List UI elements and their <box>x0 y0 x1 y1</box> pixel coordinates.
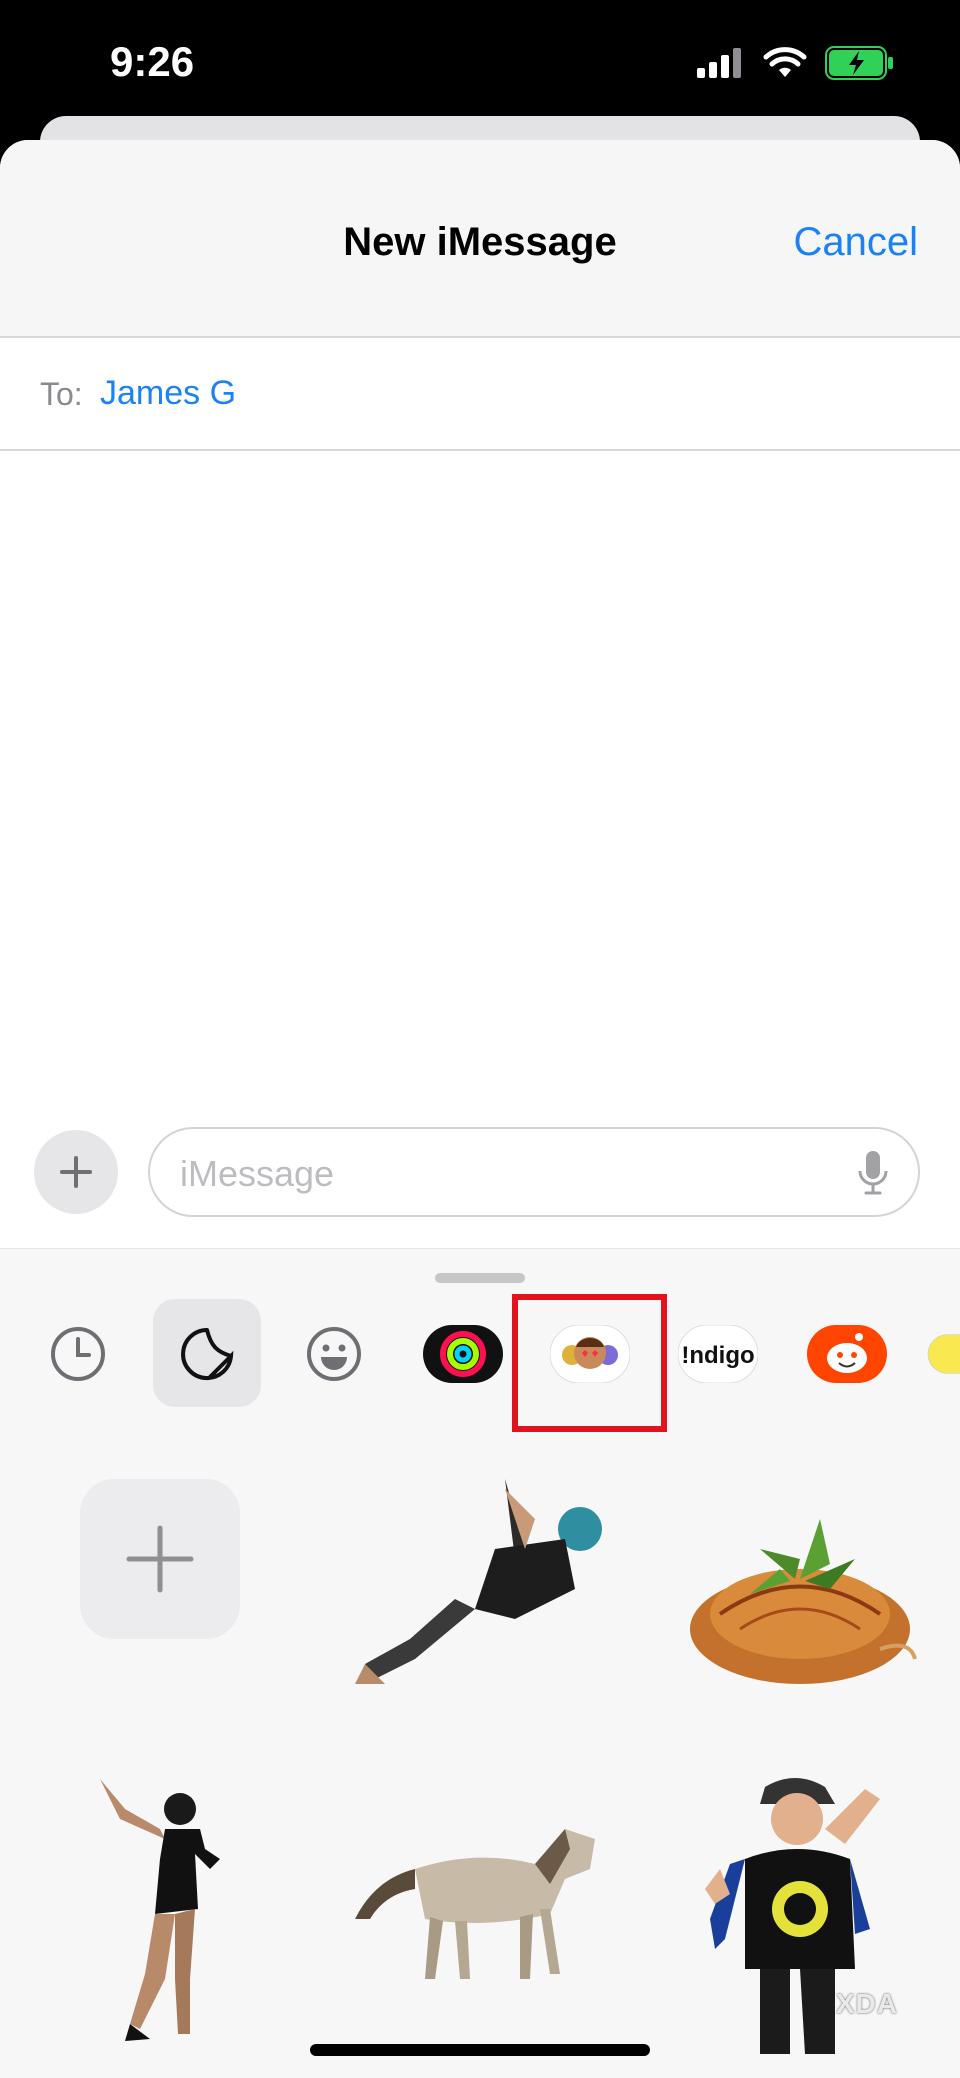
status-bar: 9:26 <box>0 0 960 120</box>
microphone-icon[interactable] <box>856 1149 890 1197</box>
app-drawer: !ndigo <box>0 1248 960 2078</box>
sticker-icon <box>180 1328 234 1381</box>
status-icons <box>697 46 895 80</box>
message-placeholder: iMessage <box>180 1153 335 1194</box>
cancel-button[interactable]: Cancel <box>793 220 918 265</box>
message-input[interactable]: iMessage <box>148 1127 920 1217</box>
plus-icon <box>60 1156 92 1188</box>
drawer-grabber[interactable] <box>435 1273 525 1283</box>
smiley-icon <box>307 1327 361 1381</box>
app-activity[interactable] <box>408 1299 518 1409</box>
recipient-field[interactable]: To: James G <box>0 338 960 451</box>
compose-sheet: New iMessage Cancel To: James G iMessage <box>0 140 960 2078</box>
app-recents[interactable] <box>23 1299 133 1409</box>
watermark: XDA <box>835 1988 898 2019</box>
recipient-token[interactable]: James G <box>100 374 236 413</box>
clock-icon <box>51 1327 105 1381</box>
svg-text:!ndigo: !ndigo <box>681 1342 754 1369</box>
status-time: 9:26 <box>110 38 195 85</box>
activity-rings-icon <box>423 1325 503 1383</box>
battery-charging-icon <box>825 46 893 80</box>
app-emoji[interactable] <box>279 1299 389 1409</box>
nav-bar: New iMessage Cancel <box>0 140 960 338</box>
app-reddit[interactable] <box>792 1299 902 1409</box>
reddit-icon <box>807 1325 887 1383</box>
sticker-pasta[interactable] <box>690 1519 917 1684</box>
app-indigo[interactable]: !ndigo <box>663 1299 773 1409</box>
wifi-icon <box>763 47 807 77</box>
sticker-dancer[interactable] <box>100 1779 220 2041</box>
sticker-grid <box>0 1479 960 2078</box>
recipient-label: To: <box>40 376 83 412</box>
partial-app-icon <box>927 1334 960 1374</box>
app-strip: !ndigo <box>0 1294 960 1439</box>
sticker-climber[interactable] <box>355 1459 605 1689</box>
highlight-box <box>512 1294 667 1432</box>
indigo-app-icon: !ndigo <box>678 1325 758 1383</box>
app-more[interactable] <box>920 1299 960 1409</box>
add-sticker-button[interactable] <box>80 1479 240 1639</box>
app-stickers[interactable] <box>152 1299 262 1409</box>
cellular-signal-icon <box>697 48 741 78</box>
add-attachment-button[interactable] <box>34 1130 118 1214</box>
home-indicator[interactable] <box>310 2044 650 2056</box>
plus-icon <box>126 1525 194 1593</box>
sticker-horse[interactable] <box>355 1829 595 1979</box>
